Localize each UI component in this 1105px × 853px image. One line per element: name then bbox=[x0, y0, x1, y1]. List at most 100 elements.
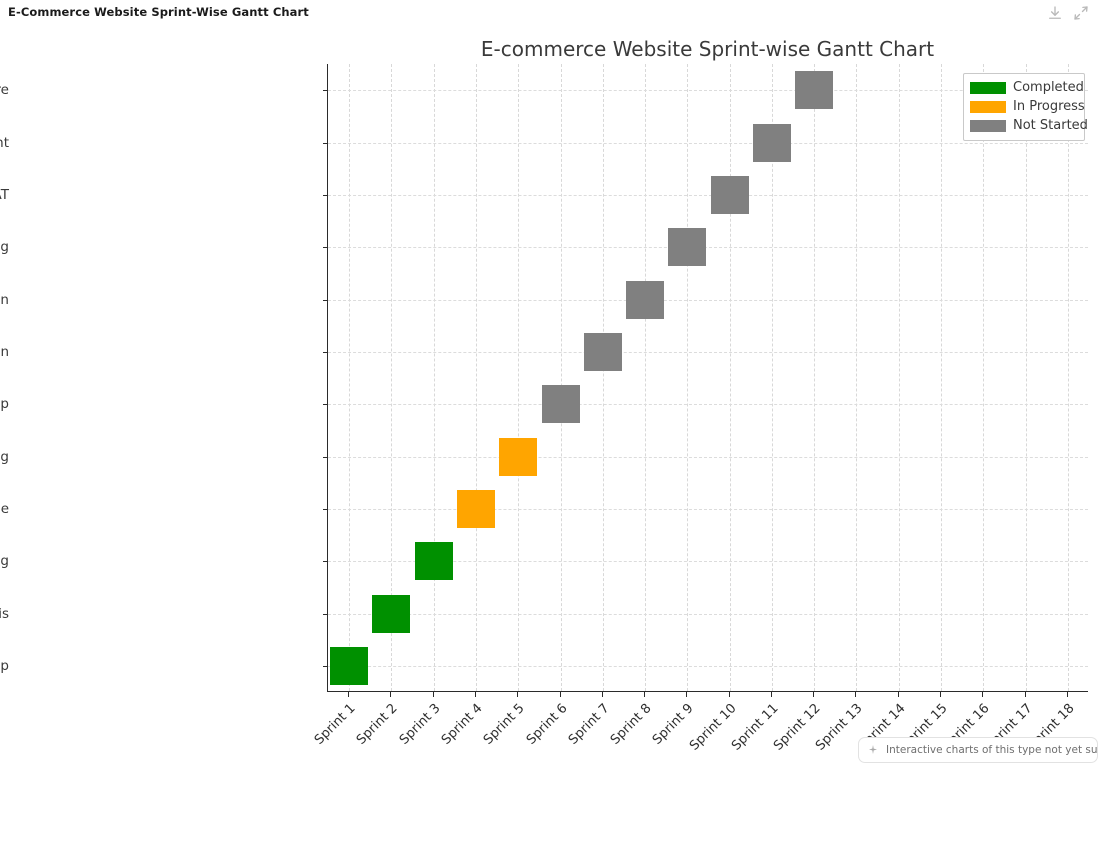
gantt-bar[interactable] bbox=[626, 280, 665, 319]
y-axis-tick bbox=[323, 508, 328, 510]
x-gridline bbox=[560, 64, 562, 691]
collapse-icon[interactable] bbox=[1072, 4, 1090, 22]
app-header: E-Commerce Website Sprint-Wise Gantt Cha… bbox=[0, 0, 1105, 29]
gantt-bar[interactable] bbox=[372, 594, 411, 633]
legend-item[interactable]: In Progress bbox=[970, 97, 1085, 116]
x-axis-tick bbox=[432, 692, 434, 697]
x-gridline bbox=[1025, 64, 1027, 691]
y-axis-label: Payment Gateway Integration bbox=[0, 291, 9, 308]
gantt-bar[interactable] bbox=[541, 385, 580, 424]
sparkle-icon bbox=[867, 744, 879, 756]
legend-label: Completed bbox=[1013, 80, 1084, 95]
download-icon[interactable] bbox=[1046, 4, 1064, 22]
y-axis-label: Requirement Analysis bbox=[0, 605, 9, 622]
x-gridline bbox=[602, 64, 604, 691]
y-gridline bbox=[328, 456, 1088, 458]
y-axis-tick bbox=[323, 613, 328, 615]
x-axis-tick bbox=[897, 692, 899, 697]
legend-label: In Progress bbox=[1013, 99, 1085, 114]
plot-area bbox=[327, 64, 1088, 692]
y-axis-label: Wireframing bbox=[0, 553, 9, 570]
gantt-bar[interactable] bbox=[752, 123, 791, 162]
gantt-bar[interactable] bbox=[710, 175, 749, 214]
x-gridline bbox=[898, 64, 900, 691]
y-axis-label: Frontend Development - Home Page bbox=[0, 500, 9, 517]
gantt-bar[interactable] bbox=[456, 489, 495, 528]
x-axis-tick bbox=[644, 692, 646, 697]
y-axis-label: Backend Development - Database Setup bbox=[0, 396, 9, 413]
x-gridline bbox=[814, 64, 816, 691]
y-axis-tick bbox=[323, 142, 328, 144]
x-axis-label: Sprint 1 bbox=[311, 701, 359, 748]
y-gridline bbox=[328, 613, 1088, 615]
y-axis-tick bbox=[323, 299, 328, 301]
y-axis-tick bbox=[323, 456, 328, 458]
legend-item[interactable]: Not Started bbox=[970, 116, 1088, 135]
gantt-bar[interactable] bbox=[583, 332, 622, 371]
y-axis-tick bbox=[323, 404, 328, 406]
y-gridline bbox=[328, 194, 1088, 196]
y-axis-label: System Testing bbox=[0, 239, 9, 256]
notice-text: Interactive charts of this type not yet … bbox=[886, 744, 1098, 756]
x-gridline bbox=[433, 64, 435, 691]
x-gridline bbox=[729, 64, 731, 691]
y-gridline bbox=[328, 404, 1088, 406]
x-axis-tick bbox=[686, 692, 688, 697]
x-axis-tick bbox=[474, 692, 476, 697]
y-axis-tick bbox=[323, 194, 328, 196]
y-axis-tick bbox=[323, 561, 328, 563]
y-axis-label: Frontend Development - Product Listing bbox=[0, 448, 9, 465]
x-gridline bbox=[1067, 64, 1069, 691]
y-axis-tick bbox=[323, 665, 328, 667]
y-axis-label: Backend Development - API Integration bbox=[0, 343, 9, 360]
gantt-bar[interactable] bbox=[414, 542, 453, 581]
x-axis-tick bbox=[390, 692, 392, 697]
chart-legend: Completed In Progress Not Started bbox=[963, 73, 1088, 141]
chart-title: E-commerce Website Sprint-wise Gantt Cha… bbox=[480, 37, 935, 61]
gantt-bar[interactable] bbox=[499, 437, 538, 476]
y-gridline bbox=[328, 351, 1088, 353]
x-axis-tick bbox=[348, 692, 350, 697]
x-axis-tick bbox=[601, 692, 603, 697]
x-gridline bbox=[983, 64, 985, 691]
gantt-bar[interactable] bbox=[330, 646, 369, 685]
x-axis-tick bbox=[855, 692, 857, 697]
x-axis-tick bbox=[517, 692, 519, 697]
page-title: E-Commerce Website Sprint-Wise Gantt Cha… bbox=[8, 5, 309, 19]
legend-swatch bbox=[970, 81, 1006, 94]
y-gridline bbox=[328, 142, 1088, 144]
x-axis-tick bbox=[1066, 692, 1068, 697]
y-gridline bbox=[328, 508, 1088, 510]
y-axis-tick bbox=[323, 351, 328, 353]
y-axis-label: Project Setup bbox=[0, 657, 9, 674]
x-axis-tick bbox=[770, 692, 772, 697]
y-gridline bbox=[328, 665, 1088, 667]
y-axis-tick bbox=[323, 247, 328, 249]
x-axis-tick bbox=[559, 692, 561, 697]
x-gridline bbox=[856, 64, 858, 691]
x-gridline bbox=[518, 64, 520, 691]
x-axis-tick bbox=[982, 692, 984, 697]
x-gridline bbox=[687, 64, 689, 691]
x-axis-tick bbox=[940, 692, 942, 697]
y-axis-label: Project Closure bbox=[0, 82, 9, 99]
x-gridline bbox=[645, 64, 647, 691]
legend-swatch bbox=[970, 100, 1006, 113]
x-axis-tick bbox=[728, 692, 730, 697]
y-axis-label: UAT bbox=[0, 186, 9, 203]
gantt-bar[interactable] bbox=[668, 228, 707, 267]
x-axis-tick bbox=[813, 692, 815, 697]
legend-swatch bbox=[970, 119, 1006, 132]
x-gridline bbox=[349, 64, 351, 691]
legend-label: Not Started bbox=[1013, 118, 1088, 133]
y-axis-tick bbox=[323, 90, 328, 92]
y-gridline bbox=[328, 247, 1088, 249]
y-axis-label: Deployment bbox=[0, 134, 9, 151]
gantt-bar[interactable] bbox=[795, 71, 834, 110]
x-gridline bbox=[941, 64, 943, 691]
y-gridline bbox=[328, 299, 1088, 301]
legend-item[interactable]: Completed bbox=[970, 78, 1084, 97]
x-gridline bbox=[475, 64, 477, 691]
unsupported-chart-notice: Interactive charts of this type not yet … bbox=[858, 737, 1098, 763]
gantt-chart: E-commerce Website Sprint-wise Gantt Cha… bbox=[0, 29, 1105, 754]
